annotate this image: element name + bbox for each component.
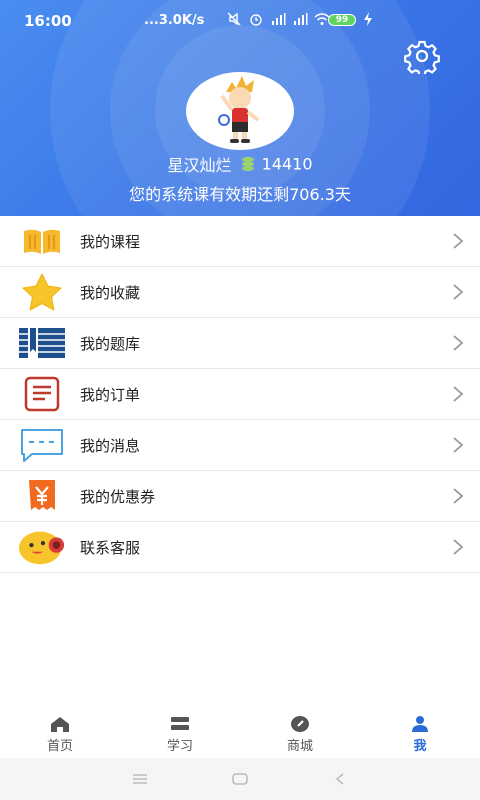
- chevron-right-icon: [453, 335, 464, 351]
- username-row: 星汉灿烂 14410: [0, 152, 480, 176]
- recent-apps-icon[interactable]: [131, 771, 149, 787]
- menu-item-my-messages[interactable]: 我的消息: [0, 420, 480, 471]
- menu-item-my-question-bank[interactable]: 我的题库: [0, 318, 480, 369]
- menu-item-label: 我的题库: [80, 335, 141, 353]
- customer-service-icon: [18, 527, 66, 567]
- charging-icon: [364, 12, 372, 26]
- tab-mall[interactable]: 商城: [240, 708, 360, 758]
- menu-item-label: 我的消息: [80, 437, 141, 455]
- profile-page: 16:00 ...3.0K/s 99 星汉灿烂 14410 您的系统课有效期还剩…: [0, 0, 480, 800]
- tab-study[interactable]: 学习: [120, 708, 240, 758]
- mall-icon: [291, 716, 309, 732]
- chevron-right-icon: [453, 284, 464, 300]
- alarm-icon: [250, 14, 262, 26]
- chevron-right-icon: [453, 386, 464, 402]
- tab-label: 学习: [166, 739, 193, 754]
- profile-icon: [412, 716, 428, 732]
- coin-count: 14410: [261, 154, 313, 174]
- bottom-nav: 首页 学习 商城 我: [0, 708, 480, 758]
- coin-stack-icon: [241, 157, 254, 171]
- tab-home[interactable]: 首页: [0, 708, 120, 758]
- coupon-icon: [18, 476, 66, 516]
- network-speed: ...3.0K/s: [144, 13, 205, 28]
- chevron-right-icon: [453, 488, 464, 504]
- menu-item-my-favorites[interactable]: 我的收藏: [0, 267, 480, 318]
- menu-item-label: 我的收藏: [80, 284, 141, 302]
- book-icon: [18, 221, 66, 261]
- tab-label: 商城: [286, 739, 313, 754]
- chevron-right-icon: [453, 233, 464, 249]
- username: 星汉灿烂: [167, 156, 232, 175]
- menu-item-label: 我的课程: [80, 233, 141, 251]
- menu-item-label: 我的订单: [80, 386, 141, 404]
- back-button-icon[interactable]: [331, 771, 349, 787]
- battery-icon: 99: [328, 14, 356, 26]
- menu-item-my-orders[interactable]: 我的订单: [0, 369, 480, 420]
- study-icon: [171, 717, 189, 730]
- menu-list: 我的课程 我的收藏 我的题库 我的订单 我的消息 我的优惠券 联系客服: [0, 216, 480, 573]
- menu-item-my-courses[interactable]: 我的课程: [0, 216, 480, 267]
- status-time: 16:00: [24, 12, 72, 30]
- profile-header: 16:00 ...3.0K/s 99 星汉灿烂 14410 您的系统课有效期还剩…: [0, 0, 480, 216]
- home-button-icon[interactable]: [231, 771, 249, 787]
- menu-item-label: 我的优惠券: [80, 488, 156, 506]
- chevron-right-icon: [453, 539, 464, 555]
- home-icon: [51, 717, 69, 732]
- avatar[interactable]: [186, 72, 294, 150]
- status-bar: 16:00 ...3.0K/s 99: [0, 0, 480, 40]
- menu-item-my-coupons[interactable]: 我的优惠券: [0, 471, 480, 522]
- mute-icon: [227, 12, 241, 26]
- order-icon: [18, 374, 66, 414]
- avatar-cartoon-boy: [218, 76, 260, 143]
- tab-label: 我: [413, 739, 427, 754]
- question-bank-icon: [18, 323, 66, 363]
- status-icons: [226, 12, 330, 26]
- menu-item-contact-support[interactable]: 联系客服: [0, 522, 480, 573]
- star-icon: [18, 272, 66, 312]
- chevron-right-icon: [453, 437, 464, 453]
- signal-icon: [272, 13, 286, 25]
- system-nav-bar: [0, 758, 480, 800]
- message-icon: [18, 425, 66, 465]
- tab-label: 首页: [46, 739, 73, 754]
- settings-gear-icon[interactable]: [404, 38, 440, 74]
- signal-icon: [294, 13, 308, 25]
- course-validity-text: 您的系统课有效期还剩706.3天: [129, 185, 351, 204]
- tab-me[interactable]: 我: [360, 708, 480, 758]
- menu-item-label: 联系客服: [80, 539, 141, 557]
